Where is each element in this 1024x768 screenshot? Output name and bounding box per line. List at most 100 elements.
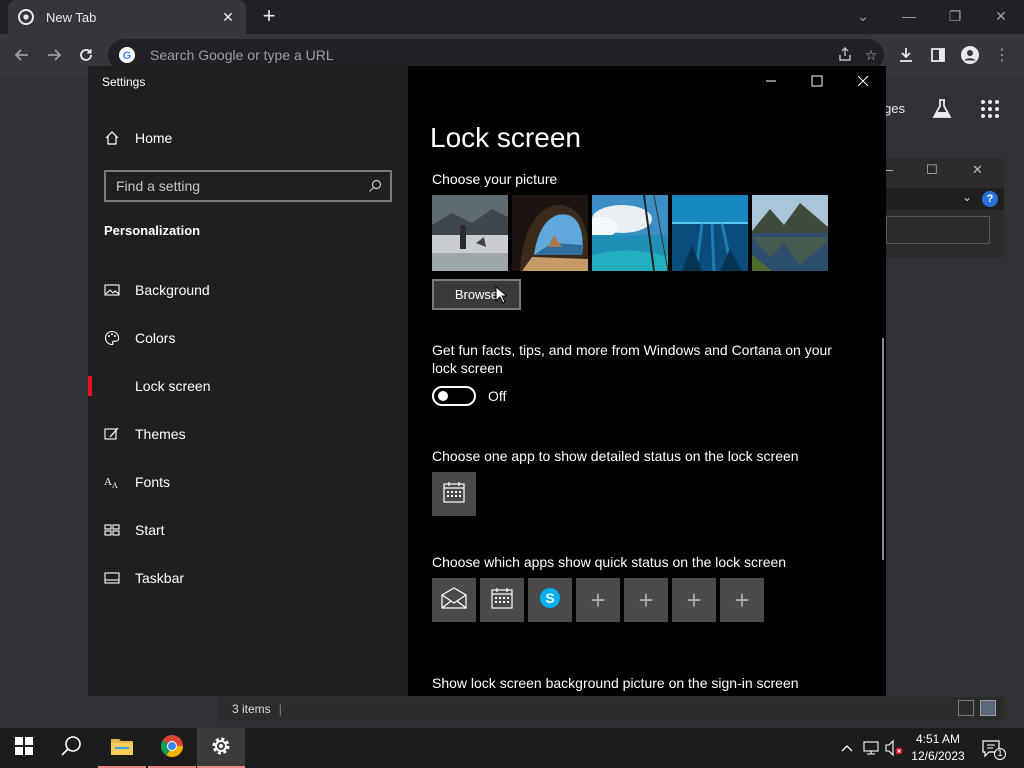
quick-status-app-skype[interactable]: S (528, 578, 572, 622)
tab-new-tab[interactable]: New Tab ✕ (8, 0, 246, 34)
taskbar-chrome[interactable] (148, 728, 196, 768)
toggle-state-label: Off (488, 388, 507, 404)
content-scrollbar[interactable] (882, 338, 884, 560)
google-apps-icon[interactable] (980, 99, 1000, 119)
chrome-close-button[interactable]: ✕ (986, 4, 1016, 28)
view-toggle (958, 700, 996, 716)
nav-home[interactable]: Home (88, 118, 408, 158)
status-divider: | (278, 702, 282, 716)
picture-thumbnail-3[interactable] (592, 195, 668, 271)
forward-arrow-icon[interactable] (42, 43, 66, 67)
svg-text:G: G (123, 50, 132, 62)
taskbar-icon (104, 570, 120, 586)
nav-start-label: Start (135, 522, 165, 538)
nav-background[interactable]: Background (88, 270, 408, 310)
search-icon (368, 179, 382, 193)
details-view-icon[interactable] (958, 700, 974, 716)
search-icon (61, 735, 83, 762)
picture-thumbnail-4[interactable] (672, 195, 748, 271)
windows-logo-icon (15, 736, 33, 760)
chrome-restore-button[interactable]: ❐ (940, 4, 970, 28)
settings-minimize-button[interactable] (748, 66, 794, 96)
taskbar-search-button[interactable] (48, 728, 96, 768)
settings-maximize-button[interactable] (794, 66, 840, 96)
find-setting-placeholder: Find a setting (116, 178, 201, 194)
chevron-down-icon[interactable]: ⌄ (962, 190, 972, 204)
large-icons-view-icon[interactable] (980, 700, 996, 716)
download-icon[interactable] (894, 43, 918, 67)
browse-button-label: Browse (454, 287, 499, 302)
settings-close-button[interactable] (840, 66, 886, 96)
labs-flask-icon[interactable] (930, 97, 954, 121)
bg-ribbon: ⌄ ? (886, 188, 1004, 210)
settings-window-title: Settings (102, 75, 146, 89)
tab-search-icon[interactable]: ⌄ (848, 4, 878, 28)
add-quick-status-app-button[interactable]: + (624, 578, 668, 622)
clock-time: 4:51 AM (915, 732, 961, 746)
share-icon[interactable] (832, 46, 858, 65)
add-icon: + (734, 584, 750, 615)
tray-chevron-up-icon[interactable] (838, 739, 856, 757)
nav-themes[interactable]: Themes (88, 414, 408, 454)
picture-thumbnail-1[interactable] (432, 195, 508, 271)
picture-thumbnail-5[interactable] (752, 195, 828, 271)
add-quick-status-app-button[interactable]: + (672, 578, 716, 622)
bg-address-field[interactable] (886, 216, 990, 244)
tab-close-icon[interactable]: ✕ (220, 9, 236, 26)
tab-title: New Tab (46, 9, 97, 25)
picture-thumbnail-2[interactable] (512, 195, 588, 271)
quick-status-app-mail[interactable] (432, 578, 476, 622)
fonts-icon: AA (104, 474, 120, 490)
nav-taskbar[interactable]: Taskbar (88, 558, 408, 598)
nav-background-label: Background (135, 282, 210, 298)
image-icon (104, 282, 120, 298)
detailed-status-label: Choose one app to show detailed status o… (432, 448, 799, 464)
side-panel-icon[interactable] (926, 43, 950, 67)
network-icon[interactable] (862, 739, 880, 757)
action-center-button[interactable]: 1 (980, 738, 1006, 760)
palette-icon (104, 330, 120, 346)
taskbar-file-explorer[interactable] (98, 728, 146, 768)
back-arrow-icon[interactable] (10, 43, 34, 67)
browse-button[interactable]: Browse (432, 279, 521, 310)
taskbar-settings[interactable] (197, 728, 245, 768)
chrome-menu-icon[interactable]: ⋮ (990, 43, 1014, 67)
nav-lock-screen-label: Lock screen (135, 378, 211, 394)
explorer-status-bar: 3 items | (218, 697, 1004, 721)
nav-themes-label: Themes (135, 426, 186, 442)
profile-avatar-icon[interactable] (958, 43, 982, 67)
bookmark-star-icon[interactable]: ☆ (858, 47, 884, 64)
reload-icon[interactable] (74, 43, 98, 67)
fun-facts-toggle[interactable] (432, 386, 476, 406)
quick-status-app-calendar[interactable] (480, 578, 524, 622)
chrome-minimize-button[interactable]: — (894, 4, 924, 28)
images-link[interactable]: ges (884, 101, 905, 116)
settings-content-pane: Lock screen Choose your picture Browse G… (408, 66, 886, 696)
help-icon[interactable]: ? (982, 191, 998, 207)
add-quick-status-app-button[interactable]: + (720, 578, 764, 622)
taskbar-clock[interactable]: 4:51 AM 12/6/2023 (906, 731, 970, 765)
calendar-icon (442, 480, 466, 509)
nav-start[interactable]: Start (88, 510, 408, 550)
new-tab-button[interactable]: + (258, 5, 280, 28)
detailed-status-app-button[interactable] (432, 472, 476, 516)
nav-lock-screen[interactable]: Lock screen (88, 366, 408, 406)
home-icon (104, 130, 120, 146)
nav-home-label: Home (135, 130, 173, 146)
sign-in-background-label: Show lock screen background picture on t… (432, 675, 799, 691)
themes-icon (104, 426, 120, 442)
nav-fonts[interactable]: AA Fonts (88, 462, 408, 502)
find-setting-input[interactable]: Find a setting (104, 170, 392, 202)
add-icon: + (590, 584, 606, 615)
settings-nav-pane: Settings Home Find a setting Personaliza… (88, 66, 408, 696)
nav-taskbar-label: Taskbar (135, 570, 185, 586)
nav-colors[interactable]: Colors (88, 318, 408, 358)
add-quick-status-app-button[interactable]: + (576, 578, 620, 622)
bg-minimize-icon[interactable]: – (886, 162, 893, 177)
nav-fonts-label: Fonts (135, 474, 171, 490)
bg-close-icon[interactable]: ✕ (972, 162, 983, 178)
bg-maximize-icon[interactable]: ☐ (926, 162, 938, 178)
start-button[interactable] (0, 728, 48, 768)
volume-muted-icon[interactable] (885, 739, 903, 757)
svg-text:A: A (104, 476, 112, 488)
